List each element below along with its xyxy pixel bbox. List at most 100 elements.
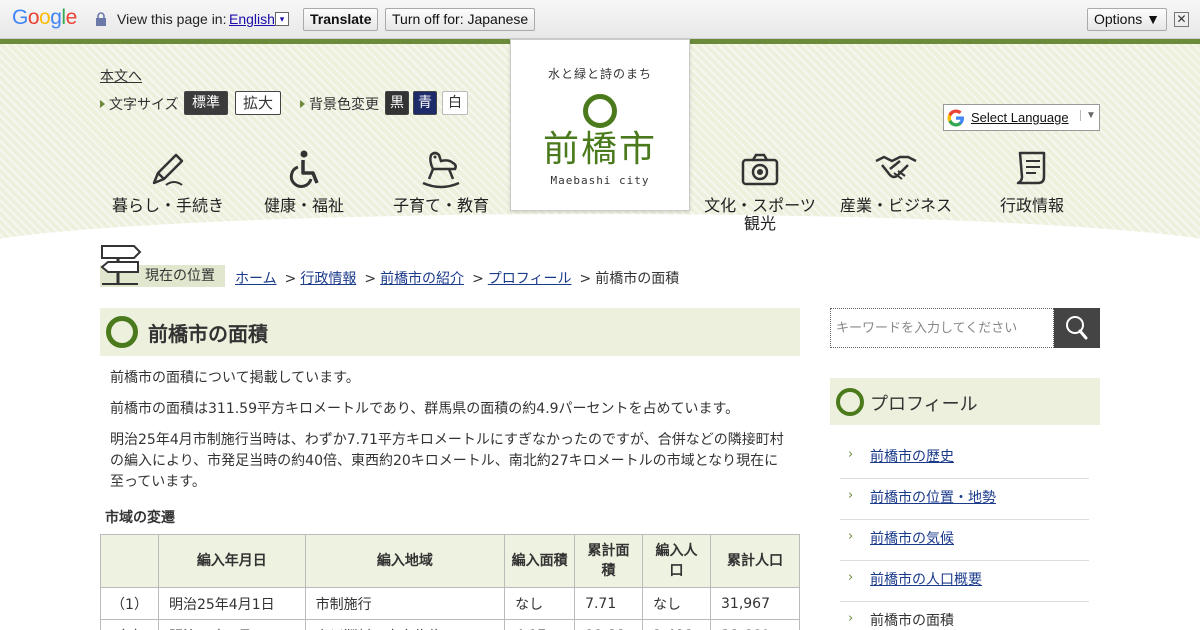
nav-label: 産業・ビジネス [839,196,952,215]
sidebar-item-history[interactable]: › 前橋市の歴史 [840,438,1089,479]
table-header: 編入人口 [642,534,711,588]
table-cell: なし [642,587,711,620]
select-language-dropdown[interactable]: Select Language ▼ [943,104,1100,131]
sidebar: プロフィール › 前橋市の歴史 › 前橋市の位置・地勢 › 前橋市の気候 › 前橋市の人… [830,378,1100,630]
bg-blue-button[interactable]: 青 [413,91,437,115]
nav-label: 行政情報 [999,196,1064,215]
area-history-table: 編入年月日 編入地域 編入面積 累計面積 編入人口 累計人口 （1） 明治25年… [100,534,800,630]
font-size-label: 文字サイズ [100,94,179,114]
nav-item-health[interactable]: 健康・福祉 [244,149,364,215]
table-cell: 31,967 [710,587,800,620]
paragraph: 前橋市の面積について掲載しています。 [110,370,360,386]
breadcrumb-items: ホーム > 行政情報 > 前橋市の紹介 > プロフィール > 前橋市の面積 [235,268,679,288]
site-search [830,308,1100,348]
table-cell: なし [504,587,576,620]
main-content: 前橋市の面積 前橋市の面積について掲載しています。 前橋市の面積は311.59平… [100,308,800,630]
table-cell: 2,488 [642,619,711,630]
google-translate-bar: Google View this page in: English ▾ Tran… [0,0,1200,39]
translate-button[interactable]: Translate [303,8,379,31]
triangle-icon [100,100,105,108]
sidebar-item-label: 前橋市の位置・地勢 [870,490,996,506]
table-header [100,534,159,588]
close-icon[interactable]: ✕ [1174,12,1189,27]
chevron-right-icon: › [848,611,854,626]
nav-item-culture[interactable]: 文化・スポーツ 観光 [700,149,820,233]
table-header: 累計面積 [574,534,644,588]
nav-item-business[interactable]: 産業・ビジネス [836,149,956,215]
nav-label: 子育て・教育 [392,196,489,215]
sidebar-item-population[interactable]: › 前橋市の人口概要 [840,561,1089,602]
title-ring-icon [106,316,138,348]
sidebar-list: › 前橋市の歴史 › 前橋市の位置・地勢 › 前橋市の気候 › 前橋市の人口概要 › 前橋… [830,438,1100,630]
language-dropdown-arrow[interactable]: ▾ [275,12,289,26]
table-row: （2） 明治34年4月1日 上川淵村の大字佐住 4.17 11.88 2,488… [100,619,800,630]
nav-item-living[interactable]: 暮らし・手続き [108,149,228,215]
font-standard-button[interactable]: 標準 [184,91,228,115]
breadcrumb-home[interactable]: ホーム [235,271,277,287]
rocking-horse-icon [422,151,460,189]
sidebar-item-area[interactable]: › 前橋市の面積 [840,602,1089,630]
page-title: 前橋市の面積 [148,322,268,346]
breadcrumb-profile[interactable]: プロフィール [488,271,572,287]
section-title: 市域の変遷 [105,510,175,526]
chevron-right-icon: › [848,488,854,503]
turn-off-button[interactable]: Turn off for: Japanese [385,8,536,31]
chevron-right-icon: › [848,447,854,462]
bg-black-button[interactable]: 黒 [385,91,409,115]
table-cell: 7.71 [574,587,644,620]
table-cell: 市制施行 [304,587,506,620]
nav-item-administration[interactable]: 行政情報 [972,149,1092,215]
breadcrumb-separator: > [284,271,297,287]
signpost-icon [100,245,142,285]
google-logo: Google [12,6,77,29]
breadcrumb-intro[interactable]: 前橋市の紹介 [380,271,464,287]
logo-name: 前橋市 [542,129,657,170]
breadcrumb-separator: > [579,271,592,287]
skip-to-content-link[interactable]: 本文へ [100,66,142,86]
breadcrumb: 現在の位置 ホーム > 行政情報 > 前橋市の紹介 > プロフィール > 前橋市の面積 [100,240,800,290]
bg-color-label: 背景色変更 [300,94,379,114]
bg-white-button[interactable]: 白 [442,91,468,115]
breadcrumb-separator: > [364,271,377,287]
sidebar-item-location[interactable]: › 前橋市の位置・地勢 [840,479,1089,520]
view-page-in-label: View this page in: [117,11,227,27]
sidebar-item-label: 前橋市の面積 [870,613,954,629]
sidebar-item-label: 前橋市の人口概要 [870,572,982,588]
breadcrumb-separator: > [472,271,484,287]
chevron-right-icon: › [848,529,854,544]
font-large-button[interactable]: 拡大 [235,91,282,115]
handshake-icon [875,155,917,180]
document-icon [1016,151,1046,185]
nav-label: 暮らし・手続き [111,196,224,215]
paragraph: 前橋市の面積は311.59平方キロメートルであり、群馬県の面積の約4.9パーセン… [110,401,740,417]
site-logo[interactable]: 水と緑と詩のまち 前橋市 Maebashi city [510,39,690,211]
breadcrumb-admin[interactable]: 行政情報 [300,271,356,287]
logo-tagline: 水と緑と詩のまち [547,67,652,81]
camera-icon [741,153,779,186]
search-button[interactable] [1054,308,1100,348]
language-link[interactable]: English [229,11,275,27]
search-icon [1066,316,1088,340]
nav-item-childcare[interactable]: 子育て・教育 [381,149,501,215]
options-button[interactable]: Options ▼ [1087,8,1167,31]
table-cell: 38,660 [710,619,800,630]
table-header: 編入年月日 [157,534,306,588]
table-cell: 11.88 [574,619,644,630]
table-cell: 明治34年4月1日 [157,619,306,630]
search-input[interactable] [830,308,1054,348]
table-cell: 上川淵村の大字佐住 [304,619,506,630]
chevron-down-icon: ▼ [1080,110,1096,121]
sidebar-item-label: 前橋市の気候 [870,531,954,547]
table-cell: （1） [100,587,159,620]
select-language-label: Select Language [971,110,1069,125]
logo-ring-icon [583,94,617,128]
sidebar-item-label: 前橋市の歴史 [870,449,954,465]
wheelchair-icon [289,150,319,188]
sidebar-header: プロフィール [830,378,1100,425]
nav-label: 文化・スポーツ 観光 [704,196,816,233]
table-cell: 明治25年4月1日 [157,587,306,620]
table-cell: 4.17 [504,619,576,630]
sidebar-item-climate[interactable]: › 前橋市の気候 [840,520,1089,561]
table-header: 編入地域 [304,534,506,588]
google-g-icon [947,109,964,127]
